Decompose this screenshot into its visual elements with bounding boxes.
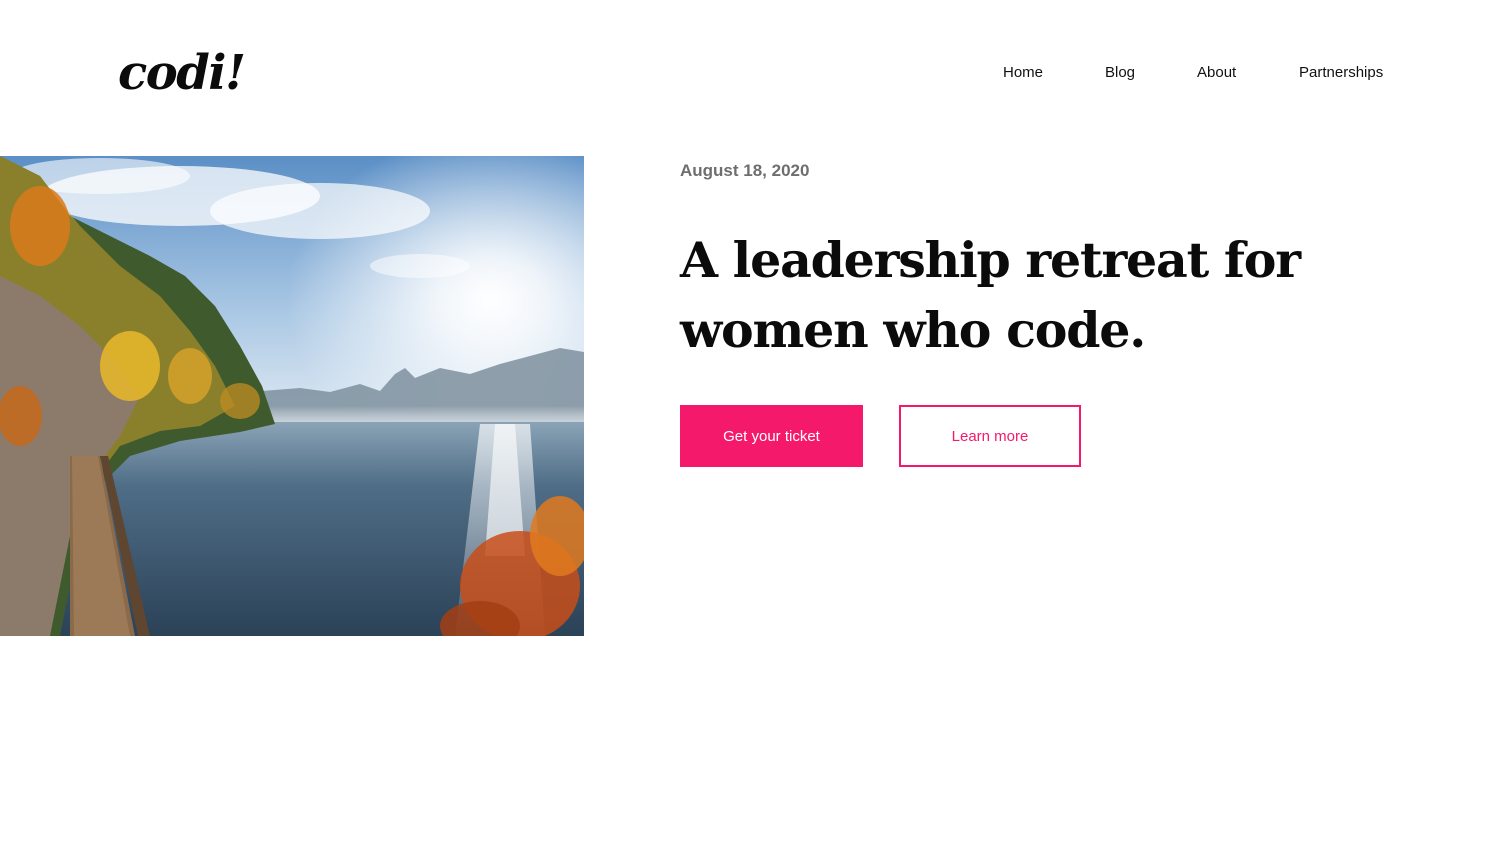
hero-headline-line-1: A leadership retreat for: [680, 231, 1301, 289]
nav-item-blog[interactable]: Blog: [1105, 62, 1135, 84]
hero-headline-line-2: women who code.: [680, 301, 1146, 359]
get-ticket-button[interactable]: Get your ticket: [680, 405, 863, 467]
hero-image: [0, 156, 584, 636]
site-header: codi! Home Blog About Partnerships: [0, 0, 1500, 150]
nav-item-partnerships[interactable]: Partnerships: [1299, 62, 1383, 84]
post-date: August 18, 2020: [680, 161, 810, 180]
hero-headline: A leadership retreat for women who code.: [680, 225, 1320, 365]
learn-more-button[interactable]: Learn more: [899, 405, 1081, 467]
main-nav: Home Blog About Partnerships: [0, 62, 1500, 84]
nav-item-about[interactable]: About: [1197, 62, 1236, 84]
nav-item-home[interactable]: Home: [1003, 62, 1043, 84]
